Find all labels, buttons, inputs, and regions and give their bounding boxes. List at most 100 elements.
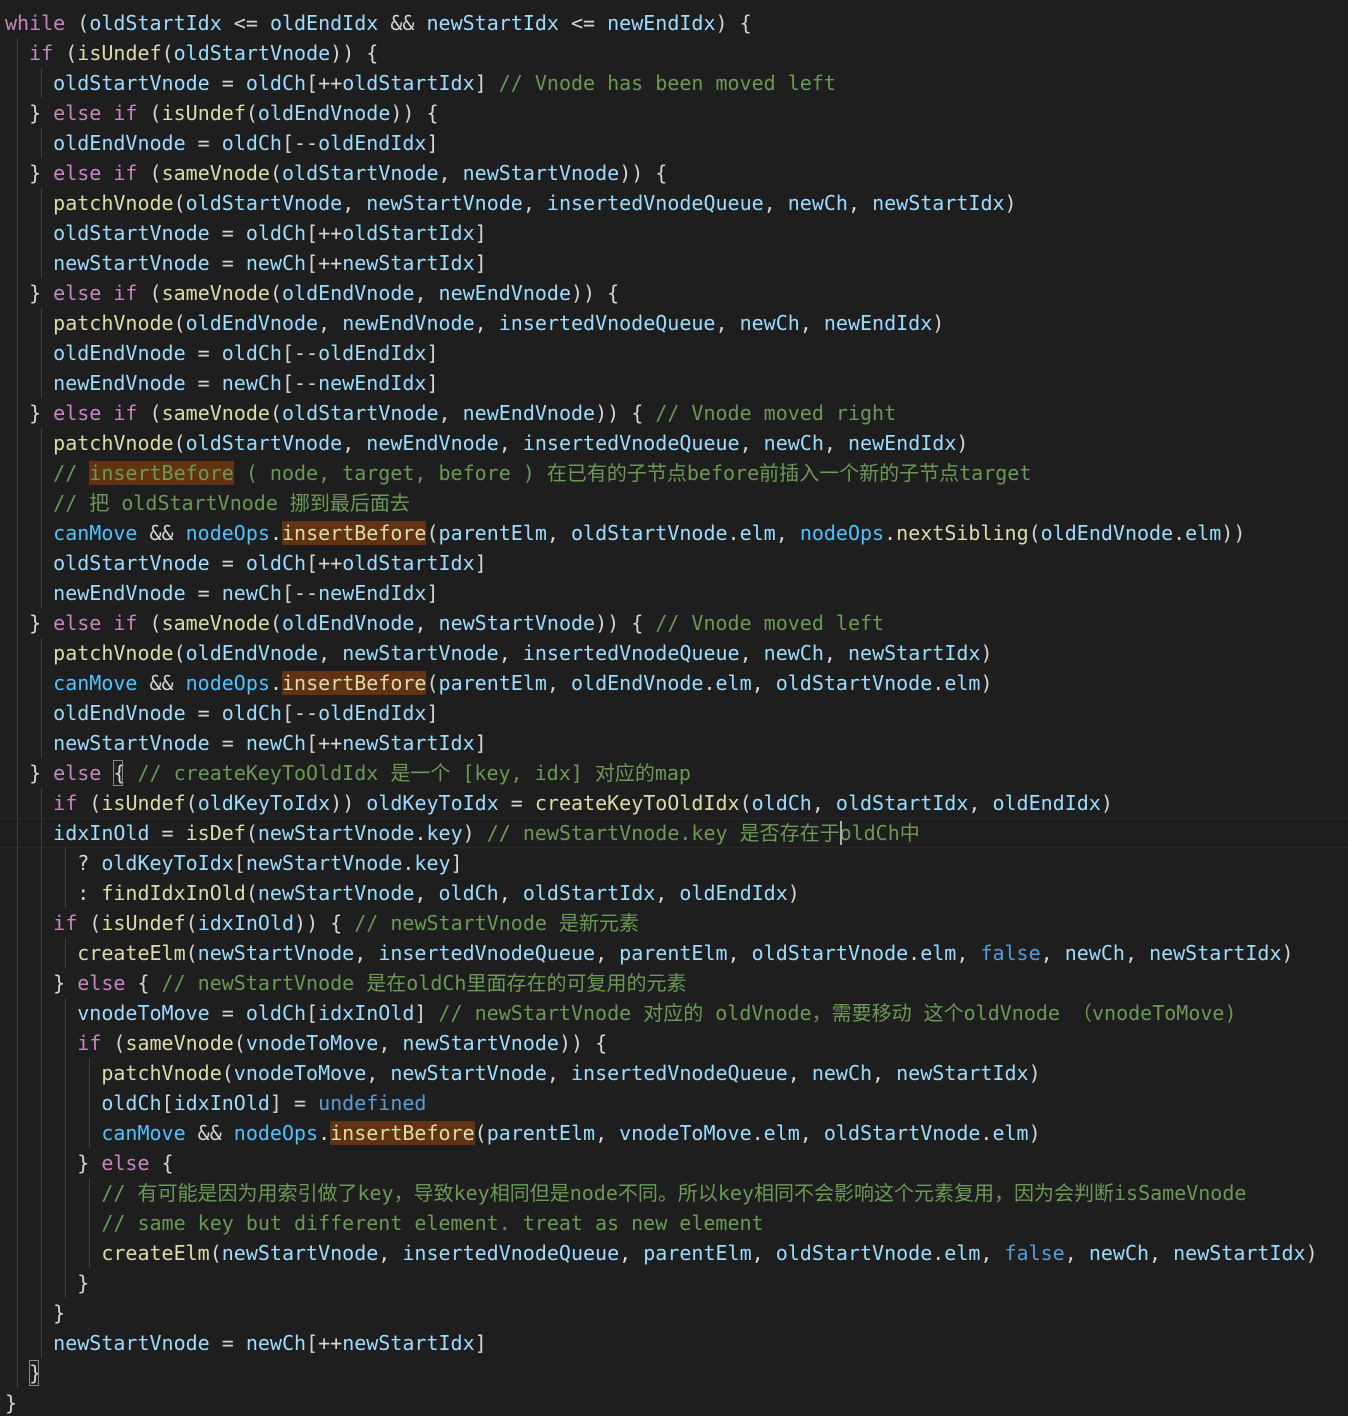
code-line[interactable]: createElm(newStartVnode, insertedVnodeQu… <box>5 938 1293 968</box>
plain-token: , <box>498 641 523 665</box>
code-line[interactable]: if (isUndef(oldKeyToIdx)) oldKeyToIdx = … <box>5 788 1113 818</box>
variable-token: oldEndVnode <box>282 281 415 305</box>
code-line[interactable]: oldCh[idxInOld] = undefined <box>5 1088 426 1118</box>
variable-token: oldStartVnode <box>53 221 210 245</box>
code-line[interactable]: while (oldStartIdx <= oldEndIdx && newSt… <box>5 8 752 38</box>
code-line[interactable]: } else if (sameVnode(oldStartVnode, newS… <box>5 158 667 188</box>
plain-token: } <box>5 611 54 635</box>
code-line[interactable]: newStartVnode = newCh[++newStartIdx] <box>5 248 487 278</box>
code-editor[interactable]: while (oldStartIdx <= oldEndIdx && newSt… <box>0 0 1348 1416</box>
code-line[interactable]: if (isUndef(oldStartVnode)) { <box>5 38 378 68</box>
plain-token: ( <box>185 941 198 965</box>
code-line[interactable]: oldEndVnode = oldCh[--oldEndIdx] <box>5 128 438 158</box>
code-line[interactable]: newEndVnode = newCh[--newEndIdx] <box>5 368 438 398</box>
code-line[interactable]: : findIdxInOld(newStartVnode, oldCh, old… <box>5 878 800 908</box>
keyword-token: if <box>113 401 138 425</box>
code-line[interactable]: patchVnode(oldStartVnode, newStartVnode,… <box>5 188 1016 218</box>
plain-token: , <box>474 311 499 335</box>
variable-token: newStartVnode <box>221 1241 379 1265</box>
code-line[interactable]: } else if (sameVnode(oldStartVnode, newE… <box>5 398 896 428</box>
plain-token: , <box>763 191 788 215</box>
code-line[interactable]: } <box>5 1388 17 1416</box>
variable-token: newStartVnode <box>438 611 596 635</box>
variable-token: vnodeToMove <box>77 1001 210 1025</box>
code-line[interactable]: patchVnode(oldStartVnode, newEndVnode, i… <box>5 428 968 458</box>
code-line[interactable]: } else if (sameVnode(oldEndVnode, newSta… <box>5 608 884 638</box>
code-line[interactable]: // 有可能是因为用索引做了key，导致key相同但是node不同。所以key相… <box>5 1178 1246 1208</box>
code-line[interactable]: oldStartVnode = oldCh[++oldStartIdx] <box>5 218 487 248</box>
variable-token: newStartIdx <box>896 1061 1029 1085</box>
comment-token: // Vnode moved left <box>655 611 885 635</box>
plain-token: , <box>342 191 367 215</box>
code-line[interactable]: canMove && nodeOps.insertBefore(parentEl… <box>5 1118 1041 1148</box>
code-line[interactable]: ? oldKeyToIdx[newStartVnode.key] <box>5 848 462 878</box>
code-line[interactable]: vnodeToMove = oldCh[idxInOld] // newStar… <box>5 998 1236 1028</box>
variable-token: insertedVnodeQueue <box>498 311 716 335</box>
code-line[interactable]: canMove && nodeOps.insertBefore(parentEl… <box>5 668 992 698</box>
code-line[interactable]: if (sameVnode(vnodeToMove, newStartVnode… <box>5 1028 607 1058</box>
code-line[interactable]: canMove && nodeOps.insertBefore(parentEl… <box>5 518 1245 548</box>
plain-token: ) <box>980 671 993 695</box>
code-line[interactable]: oldStartVnode = oldCh[++oldStartIdx] // … <box>5 68 836 98</box>
plain-token: ] <box>426 341 439 365</box>
highlighted-function-token: insertBefore <box>281 521 427 545</box>
plain-token: ( <box>233 1031 246 1055</box>
code-line[interactable]: idxInOld = isDef(newStartVnode.key) // n… <box>5 818 920 848</box>
code-line[interactable]: if (isUndef(idxInOld)) { // newStartVnod… <box>5 908 639 938</box>
code-line[interactable]: } else { <box>5 1148 173 1178</box>
code-line[interactable]: patchVnode(vnodeToMove, newStartVnode, i… <box>5 1058 1040 1088</box>
variable-token: insertedVnodeQueue <box>378 941 596 965</box>
code-line[interactable]: patchVnode(oldEndVnode, newEndVnode, ins… <box>5 308 944 338</box>
plain-token: ( <box>77 911 102 935</box>
constant-token: nodeOps <box>185 671 270 695</box>
variable-token: oldEndVnode <box>257 101 391 125</box>
code-line[interactable]: newStartVnode = newCh[++newStartIdx] <box>5 728 487 758</box>
code-line[interactable]: createElm(newStartVnode, insertedVnodeQu… <box>5 1238 1317 1268</box>
matching-bracket-open <box>113 760 123 786</box>
plain-token: , <box>595 941 620 965</box>
plain-token: ( <box>137 611 162 635</box>
code-line[interactable]: // 把 oldStartVnode 挪到最后面去 <box>5 488 410 518</box>
code-line[interactable]: } else if (isUndef(oldEndVnode)) { <box>5 98 438 128</box>
code-line[interactable]: } else { // createKeyToOldIdx 是一个 [key, … <box>5 758 691 788</box>
code-line[interactable]: } <box>5 1268 89 1298</box>
variable-token: oldEndIdx <box>318 341 427 365</box>
plain-token: [++ <box>306 71 343 95</box>
comment-token: // Vnode moved right <box>655 401 897 425</box>
code-line[interactable]: // insertBefore ( node, target, before )… <box>5 458 1031 488</box>
code-line[interactable]: newEndVnode = newCh[--newEndIdx] <box>5 578 438 608</box>
code-line[interactable]: } else { // newStartVnode 是在oldCh里面存在的可复… <box>5 968 686 998</box>
code-line[interactable]: oldEndVnode = oldCh[--oldEndIdx] <box>5 698 438 728</box>
plain-token: , <box>1040 941 1065 965</box>
code-line[interactable]: oldEndVnode = oldCh[--oldEndIdx] <box>5 338 439 368</box>
keyword-token: else <box>53 101 102 125</box>
code-line[interactable]: } <box>5 1298 65 1328</box>
plain-token: [-- <box>281 371 319 395</box>
plain-token: = <box>185 371 222 395</box>
function-token: patchVnode <box>53 641 174 665</box>
variable-token: elm <box>763 1121 800 1145</box>
plain-token: && <box>185 1121 234 1145</box>
code-line[interactable]: oldStartVnode = oldCh[++oldStartIdx] <box>5 548 487 578</box>
variable-token: newCh <box>221 371 282 395</box>
function-token: sameVnode <box>161 401 270 425</box>
comment-token: // 把 oldStartVnode 挪到最后面去 <box>53 491 410 515</box>
plain-token: , <box>1149 1241 1174 1265</box>
variable-token: oldCh <box>245 71 307 95</box>
code-line[interactable]: } else if (sameVnode(oldEndVnode, newEnd… <box>5 278 619 308</box>
variable-token: oldStartVnode <box>185 191 343 215</box>
variable-token: insertedVnodeQueue <box>522 641 740 665</box>
code-line[interactable]: patchVnode(oldEndVnode, newStartVnode, i… <box>5 638 992 668</box>
keyword-token: else <box>53 401 102 425</box>
code-line[interactable]: // same key but different element. treat… <box>5 1208 763 1238</box>
code-line[interactable]: newStartVnode = newCh[++newStartIdx] <box>5 1328 487 1358</box>
plain-token: = <box>209 71 246 95</box>
